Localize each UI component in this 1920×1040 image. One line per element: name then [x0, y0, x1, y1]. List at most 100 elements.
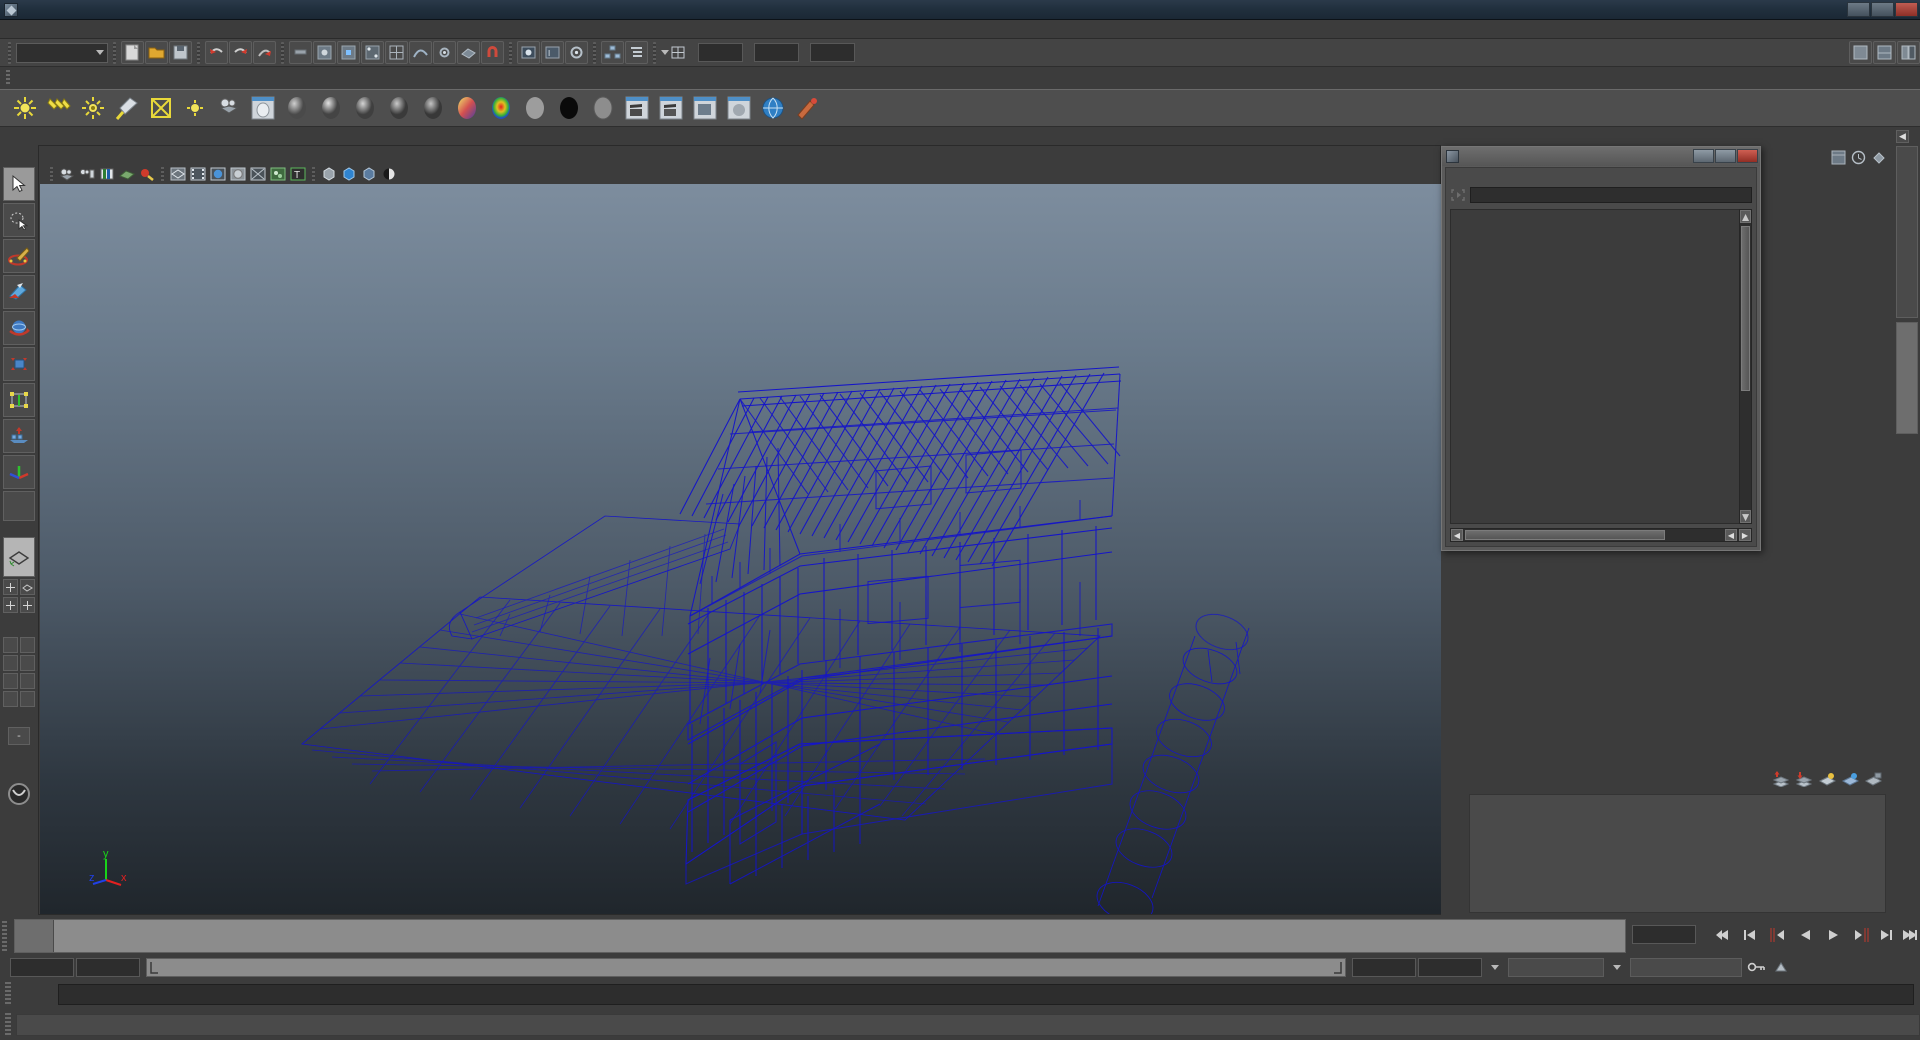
layout-extra-4-button[interactable]	[20, 655, 35, 671]
layout-two-pane-button[interactable]	[3, 579, 18, 595]
mental-ray-icon[interactable]	[758, 93, 788, 123]
outliner-toggle-icon[interactable]	[625, 41, 648, 64]
gray-box-icon[interactable]	[360, 166, 378, 183]
batch-render-icon[interactable]	[622, 93, 652, 123]
show-channel-box-icon[interactable]	[1849, 41, 1872, 64]
layered-shader-icon[interactable]	[452, 93, 482, 123]
outliner-window[interactable]: ▲ ▼ ◀ ◀ ▶	[1441, 146, 1761, 551]
layout-extra-7-button[interactable]	[3, 691, 18, 707]
outliner-search-input[interactable]	[1470, 187, 1752, 203]
quick-layout-single-button[interactable]	[3, 537, 35, 577]
display-layer-list[interactable]	[1469, 794, 1886, 913]
x-coordinate-field[interactable]	[698, 43, 743, 62]
time-slider-grip[interactable]	[2, 921, 7, 951]
camera-icon[interactable]	[214, 93, 244, 123]
paint-select-tool-button[interactable]	[3, 239, 35, 273]
animation-preferences-button[interactable]	[1770, 960, 1794, 974]
layout-hypergraph-button[interactable]	[20, 597, 35, 613]
select-component-icon[interactable]	[337, 41, 360, 64]
range-slider-bar[interactable]	[146, 957, 1346, 977]
open-scene-icon[interactable]	[145, 41, 168, 64]
phonge-material-icon[interactable]	[384, 93, 414, 123]
last-tool-button[interactable]	[3, 491, 35, 521]
tab-channel-box-layer-editor[interactable]	[1896, 146, 1918, 318]
volume-light-icon[interactable]	[180, 93, 210, 123]
save-scene-icon[interactable]	[169, 41, 192, 64]
text-display-icon[interactable]: T	[289, 166, 307, 183]
two-d-pan-zoom-icon[interactable]	[138, 166, 156, 183]
ipr-render-icon[interactable]: I	[541, 41, 564, 64]
point-light-icon[interactable]	[10, 93, 40, 123]
directional-light-icon[interactable]	[44, 93, 74, 123]
current-time-indicator[interactable]	[15, 920, 54, 952]
help-line-icon[interactable]	[4, 779, 34, 809]
universal-manipulator-button[interactable]	[3, 383, 35, 417]
render-settings-icon[interactable]	[565, 41, 588, 64]
current-time-field[interactable]	[1632, 925, 1696, 944]
playback-start-time-field[interactable]	[76, 957, 140, 977]
toolbar-grip-3[interactable]	[197, 41, 200, 64]
ramp-shader-icon[interactable]	[486, 93, 516, 123]
hypergraph-icon[interactable]	[601, 41, 624, 64]
viewport-grip[interactable]	[50, 166, 53, 182]
layout-persp-outliner-button[interactable]	[20, 579, 35, 595]
wireframe-on-shaded-icon[interactable]	[229, 166, 247, 183]
go-to-start-button[interactable]	[1710, 925, 1732, 944]
move-tool-button[interactable]	[3, 275, 35, 309]
area-light-icon[interactable]	[146, 93, 176, 123]
viewport-grip-3[interactable]	[312, 166, 315, 182]
step-forward-frame-button[interactable]	[1875, 925, 1897, 944]
select-hierarchy-icon[interactable]	[289, 41, 312, 64]
shaded-box-icon[interactable]	[320, 166, 338, 183]
go-to-end-button[interactable]	[1898, 925, 1920, 944]
scroll-down-arrow-icon[interactable]: ▼	[1740, 510, 1752, 524]
rotate-tool-button[interactable]	[3, 311, 35, 345]
spot-light-icon[interactable]	[112, 93, 142, 123]
toolbar-grip-6[interactable]	[593, 41, 596, 64]
repeat-icon[interactable]	[253, 41, 276, 64]
hardware-texturing-icon[interactable]	[269, 166, 287, 183]
toolbar-grip-4[interactable]	[281, 41, 284, 64]
render-view-icon[interactable]	[517, 41, 540, 64]
select-tool-button[interactable]	[3, 167, 35, 201]
snap-point-icon[interactable]	[433, 41, 456, 64]
surface-shader-icon[interactable]	[520, 93, 550, 123]
perspective-viewport[interactable]: y x z	[40, 184, 1441, 914]
tab-attribute-editor[interactable]	[1896, 322, 1918, 434]
animation-start-time-field[interactable]	[10, 957, 74, 977]
maximize-button[interactable]	[1871, 2, 1894, 17]
snap-view-plane-icon[interactable]	[457, 41, 480, 64]
time-slider-track[interactable]	[14, 919, 1626, 953]
blue-box-icon[interactable]	[340, 166, 358, 183]
outliner-minimize-button[interactable]	[1693, 149, 1714, 163]
x-ray-icon[interactable]	[249, 166, 267, 183]
step-back-frame-button[interactable]	[1738, 925, 1760, 944]
checker-sphere-icon[interactable]	[380, 166, 398, 183]
y-coordinate-field[interactable]	[754, 43, 799, 62]
layout-extra-8-button[interactable]	[20, 691, 35, 707]
scroll-up-arrow-icon[interactable]: ▲	[1740, 210, 1752, 224]
z-coordinate-field[interactable]	[810, 43, 855, 62]
snap-magnet-icon[interactable]	[481, 41, 504, 64]
outliner-maximize-button[interactable]	[1715, 149, 1736, 163]
outliner-hscroll-thumb[interactable]	[1465, 530, 1665, 540]
render-globals-icon[interactable]	[248, 93, 278, 123]
lasso-tool-button[interactable]	[3, 203, 35, 237]
scroll-right-arrow-icon-2[interactable]: ▶	[1739, 529, 1751, 541]
step-back-key-button[interactable]	[1766, 925, 1788, 944]
image-plane-icon[interactable]	[118, 166, 136, 183]
soft-modification-button[interactable]	[3, 419, 35, 453]
menu-set-selector[interactable]	[16, 42, 108, 63]
step-forward-key-button[interactable]	[1850, 925, 1872, 944]
phong-material-icon[interactable]	[350, 93, 380, 123]
scroll-left-arrow-icon[interactable]: ◀	[1451, 529, 1463, 541]
camera-attributes-icon[interactable]	[78, 166, 96, 183]
ambient-light-icon[interactable]	[78, 93, 108, 123]
mel-command-input[interactable]	[58, 983, 1914, 1005]
play-backwards-button[interactable]	[1794, 925, 1816, 944]
toolbar-grip-7[interactable]	[653, 41, 656, 64]
show-manipulator-button[interactable]	[3, 455, 35, 489]
show-attribute-editor-icon[interactable]	[1897, 41, 1920, 64]
shading-map-icon[interactable]	[588, 93, 618, 123]
auto-key-button[interactable]	[1744, 960, 1768, 974]
